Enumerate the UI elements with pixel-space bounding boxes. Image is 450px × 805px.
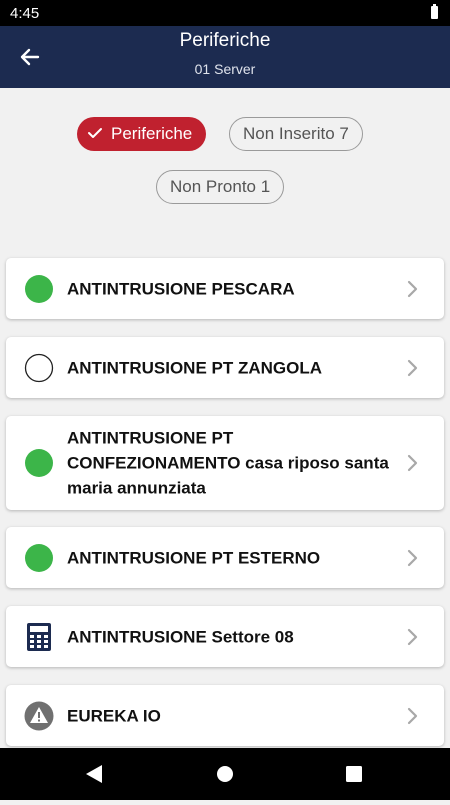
device-label: ANTINTRUSIONE PT CONFEZIONAMENTO casa ri…: [67, 428, 389, 498]
device-label: ANTINTRUSIONE PT ZANGOLA: [67, 358, 322, 377]
device-card[interactable]: ANTINTRUSIONE PT ZANGOLA: [6, 337, 444, 398]
page-title: Periferiche: [179, 30, 271, 51]
filter-chip-periferiche[interactable]: Periferiche: [77, 117, 207, 151]
check-icon: [88, 128, 102, 139]
status-green-icon: [25, 543, 53, 572]
device-card[interactable]: ANTINTRUSIONE PT ESTERNO: [6, 527, 444, 588]
square-recents-icon: [346, 766, 362, 782]
chevron-right-icon: [407, 359, 418, 376]
status-green-icon: [25, 449, 53, 477]
battery-icon: [431, 4, 438, 19]
circle-home-icon: [217, 766, 233, 782]
filter-chip-label: Non Pronto 1: [170, 177, 271, 196]
filter-chip-label: Periferiche: [111, 124, 193, 143]
nav-back-button[interactable]: [64, 748, 124, 800]
warning-icon: [24, 701, 54, 730]
device-card[interactable]: EUREKA IO: [6, 685, 444, 746]
triangle-back-icon: [86, 765, 102, 783]
status-bar: 4:45: [0, 0, 450, 26]
nav-home-button[interactable]: [195, 748, 255, 800]
status-time: 4:45: [10, 5, 40, 22]
device-card[interactable]: ANTINTRUSIONE PT CONFEZIONAMENTO casa ri…: [6, 416, 444, 510]
filter-chip-non-inserito[interactable]: Non Inserito 7: [229, 117, 363, 151]
chevron-right-icon: [407, 454, 418, 472]
system-nav-bar: [0, 748, 450, 800]
page-subtitle: 01 Server: [194, 61, 256, 77]
app-header: Periferiche 01 Server: [0, 26, 450, 88]
filter-chip-non-pronto[interactable]: Non Pronto 1: [156, 170, 285, 204]
device-label: ANTINTRUSIONE PESCARA: [67, 279, 295, 298]
chevron-right-icon: [407, 549, 418, 566]
chevron-right-icon: [407, 280, 418, 297]
device-label: EUREKA IO: [67, 706, 161, 725]
device-label: ANTINTRUSIONE Settore 08: [67, 627, 294, 646]
nav-recents-button[interactable]: [324, 748, 384, 800]
device-card[interactable]: ANTINTRUSIONE PESCARA: [6, 258, 444, 319]
device-card[interactable]: ANTINTRUSIONE Settore 08: [6, 606, 444, 667]
chevron-right-icon: [407, 707, 418, 724]
filter-chip-label: Non Inserito 7: [243, 124, 349, 143]
status-green-icon: [25, 274, 53, 303]
device-label: ANTINTRUSIONE PT ESTERNO: [67, 548, 321, 567]
status-empty-icon: [24, 353, 54, 382]
keypad-icon: [27, 622, 51, 651]
chevron-right-icon: [407, 628, 418, 645]
